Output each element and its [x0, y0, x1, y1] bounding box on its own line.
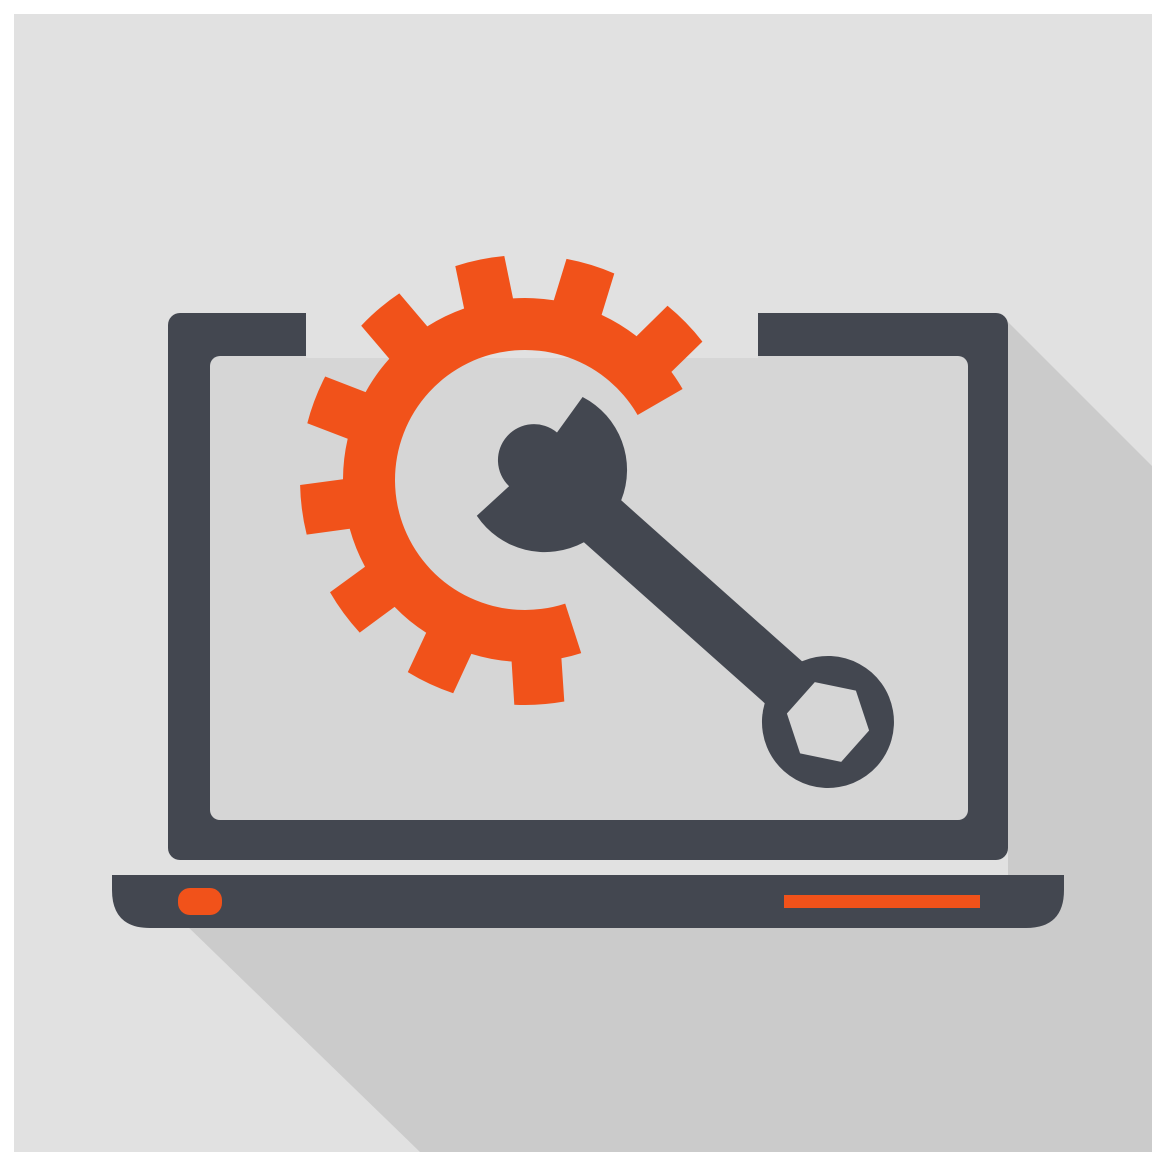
status-bar-icon — [784, 895, 980, 908]
laptop-maintenance-illustration — [0, 0, 1152, 1152]
laptop-icon — [112, 300, 1064, 928]
power-indicator-icon — [178, 888, 222, 915]
icon-canvas — [0, 0, 1152, 1152]
